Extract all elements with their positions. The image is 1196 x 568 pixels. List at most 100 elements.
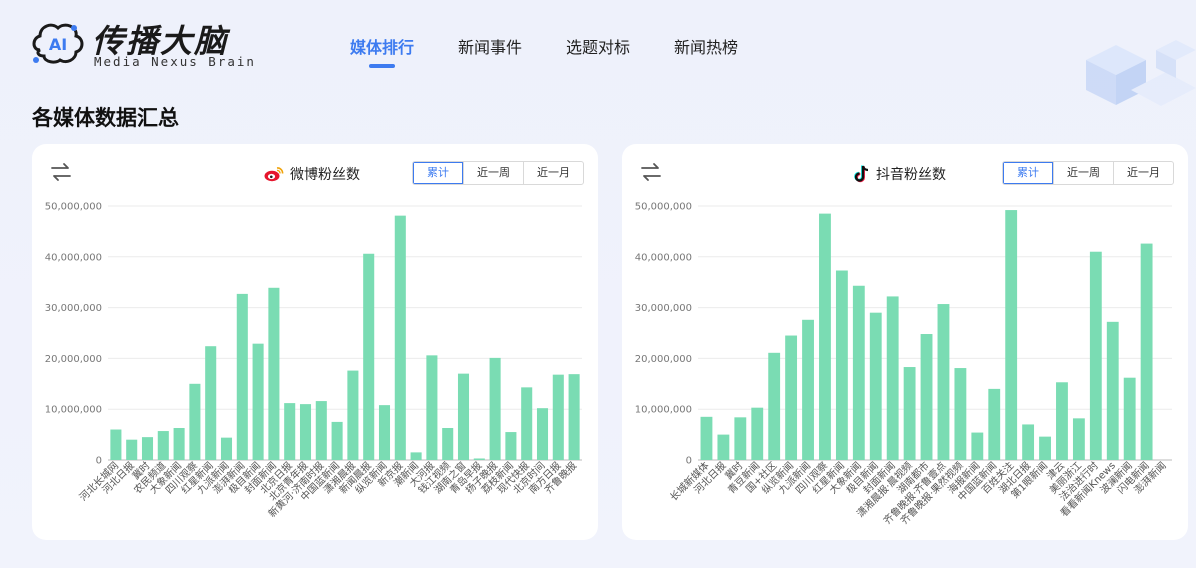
y-tick-label: 0 [96,456,102,467]
bar[interactable] [126,439,138,460]
bar[interactable] [988,388,1001,460]
tab-cumulative[interactable]: 累计 [1003,162,1053,184]
douyin-followers-bar-chart: 0 10,000,000 20,000,000 30,000,000 40,000,00… [635,202,1172,527]
bar[interactable] [347,370,359,460]
bar[interactable] [937,304,950,460]
bar[interactable] [236,293,248,460]
bar[interactable] [852,285,865,460]
bar[interactable] [363,253,375,460]
bar[interactable] [299,404,312,460]
main-nav: 媒体排行 新闻事件 选题对标 新闻热榜 [350,34,782,68]
bar[interactable] [284,403,296,460]
period-segmented-control: 累计 近一周 近一月 [1002,161,1174,185]
tab-last-week[interactable]: 近一周 [463,162,523,184]
logo-subtitle: Media Nexus Brain [94,54,256,69]
y-tick-label: 30,000,000 [635,303,692,314]
bar[interactable] [331,421,343,460]
bar[interactable] [1140,243,1153,460]
bar[interactable] [1056,382,1068,460]
bar[interactable] [457,373,470,460]
bar[interactable] [869,312,882,460]
y-tick-label: 50,000,000 [45,202,102,213]
bar[interactable] [751,407,764,460]
bar[interactable] [536,408,549,460]
card-title: 微博粉丝数 [264,164,360,184]
bar[interactable] [157,431,169,460]
bar[interactable] [205,346,217,460]
bar[interactable] [1089,251,1102,460]
bar[interactable] [1022,424,1035,460]
bar[interactable] [1005,210,1018,460]
switch-arrows-icon[interactable] [640,162,662,182]
top-header: AI 传播大脑 Media Nexus Brain 媒体排行 新闻事件 选题对标… [0,0,1196,106]
bar[interactable] [141,437,154,460]
weibo-followers-card: 微博粉丝数 累计 近一周 近一月 0 10,000,000 20,000,000 30… [32,144,598,540]
bar[interactable] [768,352,781,460]
nav-item-media-ranking[interactable]: 媒体排行 [350,34,414,68]
bar[interactable] [700,416,713,460]
bar[interactable] [1123,377,1136,460]
bar[interactable] [552,374,564,460]
bar[interactable] [189,383,201,460]
isometric-decoration-illustration [1086,40,1196,106]
tab-last-month[interactable]: 近一月 [1113,162,1173,184]
bar[interactable] [903,367,916,460]
bar[interactable] [971,432,984,460]
ai-brain-logo-icon: AI [32,23,84,64]
logo[interactable]: AI 传播大脑 Media Nexus Brain [30,16,280,72]
bar[interactable] [734,417,747,460]
douyin-followers-card: 抖音粉丝数 累计 近一周 近一月 0 10,000,000 20,000,000 30… [622,144,1188,540]
bar[interactable] [568,374,580,460]
bar[interactable] [886,296,899,460]
bar[interactable] [835,270,848,460]
y-tick-label: 10,000,000 [45,405,102,416]
bar[interactable] [173,427,185,460]
douyin-icon [854,165,869,183]
tab-last-week[interactable]: 近一周 [1053,162,1113,184]
switch-arrows-icon[interactable] [50,162,72,182]
bar[interactable] [1039,436,1051,460]
bar[interactable] [378,405,391,460]
y-tick-label: 20,000,000 [635,354,692,365]
bar[interactable] [802,319,814,460]
card-title-label: 抖音粉丝数 [876,167,946,183]
tab-last-month[interactable]: 近一月 [523,162,583,184]
y-tick-label: 40,000,000 [635,252,692,263]
y-tick-label: 50,000,000 [635,202,692,213]
bar[interactable] [819,213,831,460]
bar[interactable] [252,343,264,460]
y-tick-label: 30,000,000 [45,303,102,314]
weibo-icon [264,167,284,182]
bar[interactable] [473,458,485,460]
bar[interactable] [920,334,933,460]
logo-badge: AI [49,35,67,54]
bar[interactable] [1106,321,1119,460]
card-title-label: 微博粉丝数 [290,167,360,183]
nav-item-topic-benchmark[interactable]: 选题对标 [566,34,630,58]
bar[interactable] [954,368,967,460]
card-title: 抖音粉丝数 [854,164,946,184]
section-title: 各媒体数据汇总 [32,106,179,130]
weibo-followers-bar-chart: 0 10,000,000 20,000,000 30,000,000 40,000,00… [45,202,582,520]
bar[interactable] [220,437,233,460]
y-tick-label: 40,000,000 [45,252,102,263]
bar[interactable] [785,335,798,460]
bar[interactable] [717,434,730,460]
nav-item-news-events[interactable]: 新闻事件 [458,34,522,58]
bar[interactable] [315,401,327,460]
bar[interactable] [394,215,406,460]
bar[interactable] [442,427,454,460]
bar[interactable] [110,429,122,460]
bar[interactable] [505,432,517,460]
bar[interactable] [489,357,501,460]
y-tick-label: 0 [686,456,692,467]
y-tick-label: 10,000,000 [635,405,692,416]
bar[interactable] [1072,418,1085,460]
tab-cumulative[interactable]: 累计 [413,162,463,184]
nav-item-news-hotlist[interactable]: 新闻热榜 [674,34,738,58]
bar[interactable] [268,287,280,460]
period-segmented-control: 累计 近一周 近一月 [412,161,584,185]
bar[interactable] [426,355,438,460]
bar[interactable] [410,452,422,460]
bar[interactable] [521,387,533,460]
